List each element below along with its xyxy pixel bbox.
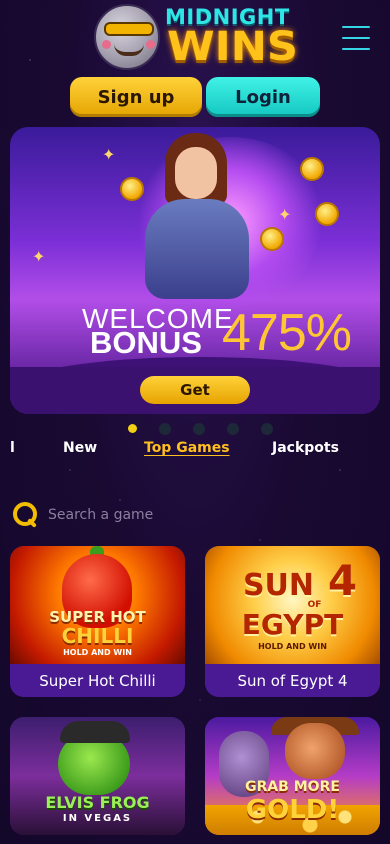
frog-hair [60, 721, 130, 743]
art-label-line1: GRAB MORE [245, 779, 340, 795]
get-bonus-button[interactable]: Get [140, 376, 250, 404]
tab-jackpots[interactable]: Jackpots [272, 440, 339, 456]
sparkle-icon: ✦ [278, 205, 292, 224]
game-thumbnail[interactable]: GRAB MORE GOLD! [205, 717, 380, 835]
carousel-dot-3[interactable] [193, 423, 205, 435]
coin-icon [260, 227, 284, 251]
art-label-line2: GOLD! [245, 795, 340, 825]
art-label-number: 4 [327, 556, 358, 605]
hamburger-icon[interactable] [342, 26, 370, 56]
art-label-line3: HOLD AND WIN [63, 648, 132, 657]
cowboy-character [285, 723, 345, 779]
tab-top-games[interactable]: Top Games [144, 440, 230, 456]
game-title[interactable]: Sun of Egypt 4 [205, 664, 380, 697]
game-card-grab-more-gold[interactable]: GRAB MORE GOLD! [205, 717, 380, 835]
category-tabs: l New Top Games Jackpots [0, 440, 390, 460]
carousel-dot-1[interactable] [128, 424, 137, 433]
banner-percent-text: 475% [222, 304, 352, 362]
game-card-super-hot-chilli[interactable]: SUPER HOT CHILLI HOLD AND WIN Super Hot … [10, 546, 185, 697]
art-label-line1: ELVIS FROG [45, 793, 150, 812]
game-thumbnail[interactable]: SUN 4 OF EGYPT HOLD AND WIN [205, 546, 380, 664]
sparkle-icon: ✦ [102, 145, 116, 164]
search-input[interactable] [48, 507, 298, 523]
header: MIDNIGHT WINS [0, 0, 390, 70]
cheek-right [146, 40, 155, 49]
carousel-dot-2[interactable] [159, 423, 171, 435]
smile-icon [114, 44, 144, 56]
game-thumbnail[interactable]: ELVIS FROG IN VEGAS [10, 717, 185, 835]
carousel-dots [128, 423, 273, 435]
game-card-elvis-frog[interactable]: ELVIS FROG IN VEGAS [10, 717, 185, 835]
game-thumbnail[interactable]: SUPER HOT CHILLI HOLD AND WIN [10, 546, 185, 664]
game-card-sun-of-egypt-4[interactable]: SUN 4 OF EGYPT HOLD AND WIN Sun of Egypt… [205, 546, 380, 697]
sunglasses-icon [104, 22, 154, 36]
search-bar [12, 500, 312, 530]
art-label-line2: EGYPT [241, 608, 344, 641]
coin-icon [300, 157, 324, 181]
signup-button[interactable]: Sign up [70, 77, 202, 117]
art-label-line2: CHILLI [61, 624, 134, 648]
promo-banner[interactable]: ✦ ✦ ✦ WELCOME BONUS 475% Get [10, 127, 380, 414]
login-button[interactable]: Login [206, 77, 320, 117]
art-label-line2: IN VEGAS [62, 813, 133, 824]
coin-icon [120, 177, 144, 201]
game-title[interactable]: Super Hot Chilli [10, 664, 185, 697]
art-label-line3: HOLD AND WIN [258, 642, 327, 651]
carousel-dot-4[interactable] [227, 423, 239, 435]
mascot-logo[interactable] [94, 4, 160, 70]
sparkle-icon: ✦ [32, 247, 46, 266]
cheek-left [102, 40, 111, 49]
search-icon[interactable] [12, 501, 40, 529]
carousel-dot-5[interactable] [261, 423, 273, 435]
banner-bonus-text: BONUS [90, 325, 202, 360]
brand-line2[interactable]: WINS [167, 24, 298, 70]
tab-new[interactable]: New [63, 440, 97, 456]
tab-partial[interactable]: l [10, 440, 15, 456]
coin-icon [315, 202, 339, 226]
